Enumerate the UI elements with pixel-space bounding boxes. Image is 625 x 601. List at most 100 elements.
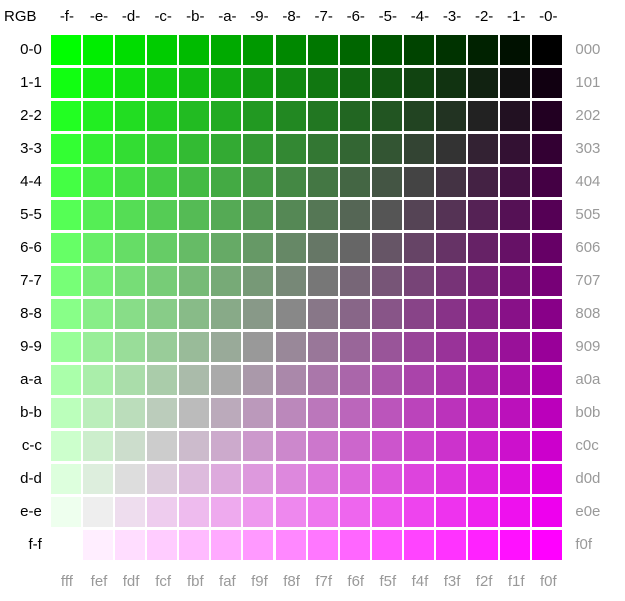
color-swatch-cell[interactable] (115, 165, 147, 198)
color-swatch-cell[interactable] (82, 165, 115, 198)
color-swatch[interactable] (532, 232, 563, 263)
color-swatch-cell[interactable] (82, 132, 115, 165)
color-swatch-cell[interactable] (50, 132, 83, 165)
color-swatch-cell[interactable] (211, 429, 243, 462)
color-swatch[interactable] (115, 133, 146, 164)
color-swatch[interactable] (275, 34, 306, 65)
color-swatch[interactable] (243, 166, 274, 197)
color-swatch-cell[interactable] (435, 165, 468, 198)
color-swatch[interactable] (532, 496, 563, 527)
color-swatch[interactable] (339, 496, 370, 527)
color-swatch-cell[interactable] (435, 198, 468, 231)
color-swatch[interactable] (403, 463, 434, 494)
color-swatch-cell[interactable] (339, 66, 372, 99)
color-swatch-cell[interactable] (532, 396, 564, 429)
color-swatch-cell[interactable] (435, 132, 468, 165)
color-swatch[interactable] (532, 67, 563, 98)
color-swatch-cell[interactable] (147, 429, 179, 462)
color-swatch[interactable] (435, 34, 466, 65)
color-swatch[interactable] (307, 100, 338, 131)
color-swatch[interactable] (468, 496, 499, 527)
color-swatch[interactable] (275, 166, 306, 197)
color-swatch-cell[interactable] (500, 462, 532, 495)
color-swatch[interactable] (532, 166, 563, 197)
color-swatch-cell[interactable] (435, 297, 468, 330)
color-swatch[interactable] (147, 496, 178, 527)
color-swatch-cell[interactable] (179, 396, 211, 429)
color-swatch[interactable] (500, 166, 531, 197)
color-swatch[interactable] (500, 331, 531, 362)
color-swatch[interactable] (371, 397, 402, 428)
color-swatch-cell[interactable] (179, 66, 211, 99)
color-swatch-cell[interactable] (371, 462, 404, 495)
color-swatch-cell[interactable] (82, 33, 115, 66)
color-swatch[interactable] (339, 463, 370, 494)
color-swatch-cell[interactable] (468, 99, 500, 132)
color-swatch[interactable] (50, 397, 81, 428)
color-swatch-cell[interactable] (179, 297, 211, 330)
color-swatch[interactable] (179, 430, 210, 461)
color-swatch[interactable] (468, 397, 499, 428)
color-swatch-cell[interactable] (179, 165, 211, 198)
color-swatch-cell[interactable] (275, 363, 308, 396)
color-swatch[interactable] (500, 430, 531, 461)
color-swatch[interactable] (435, 265, 466, 296)
color-swatch-cell[interactable] (435, 429, 468, 462)
color-swatch[interactable] (147, 232, 178, 263)
color-swatch-cell[interactable] (339, 330, 372, 363)
color-swatch[interactable] (179, 298, 210, 329)
color-swatch[interactable] (275, 529, 306, 560)
color-swatch[interactable] (371, 133, 402, 164)
color-swatch[interactable] (82, 496, 113, 527)
color-swatch[interactable] (403, 364, 434, 395)
color-swatch-cell[interactable] (307, 231, 340, 264)
color-swatch-cell[interactable] (403, 198, 436, 231)
color-swatch-cell[interactable] (468, 528, 500, 561)
color-swatch-cell[interactable] (403, 231, 436, 264)
color-swatch-cell[interactable] (50, 99, 83, 132)
color-swatch-cell[interactable] (179, 33, 211, 66)
color-swatch[interactable] (307, 430, 338, 461)
color-swatch-cell[interactable] (532, 429, 564, 462)
color-swatch[interactable] (371, 199, 402, 230)
color-swatch-cell[interactable] (403, 462, 436, 495)
color-swatch[interactable] (307, 34, 338, 65)
color-swatch-cell[interactable] (243, 99, 275, 132)
color-swatch-cell[interactable] (275, 99, 308, 132)
color-swatch-cell[interactable] (532, 528, 564, 561)
color-swatch-cell[interactable] (50, 528, 83, 561)
color-swatch-cell[interactable] (115, 132, 147, 165)
color-swatch[interactable] (435, 232, 466, 263)
color-swatch[interactable] (211, 166, 242, 197)
color-swatch-cell[interactable] (147, 396, 179, 429)
color-swatch[interactable] (50, 529, 81, 560)
color-swatch-cell[interactable] (339, 99, 372, 132)
color-swatch[interactable] (339, 232, 370, 263)
color-swatch[interactable] (532, 265, 563, 296)
color-swatch[interactable] (147, 463, 178, 494)
color-swatch-cell[interactable] (307, 429, 340, 462)
color-swatch-cell[interactable] (468, 330, 500, 363)
color-swatch-cell[interactable] (211, 264, 243, 297)
color-swatch-cell[interactable] (403, 132, 436, 165)
color-swatch-cell[interactable] (115, 66, 147, 99)
color-swatch[interactable] (115, 100, 146, 131)
color-swatch[interactable] (82, 34, 113, 65)
color-swatch-cell[interactable] (435, 495, 468, 528)
color-swatch[interactable] (243, 34, 274, 65)
color-swatch-cell[interactable] (82, 264, 115, 297)
color-swatch-cell[interactable] (147, 165, 179, 198)
color-swatch[interactable] (211, 34, 242, 65)
color-swatch-cell[interactable] (147, 462, 179, 495)
color-swatch-cell[interactable] (435, 528, 468, 561)
color-swatch-cell[interactable] (243, 132, 275, 165)
color-swatch[interactable] (403, 34, 434, 65)
color-swatch[interactable] (147, 100, 178, 131)
color-swatch[interactable] (468, 67, 499, 98)
color-swatch-cell[interactable] (243, 462, 275, 495)
color-swatch-cell[interactable] (500, 132, 532, 165)
color-swatch-cell[interactable] (147, 66, 179, 99)
color-swatch-cell[interactable] (307, 330, 340, 363)
color-swatch[interactable] (371, 529, 402, 560)
color-swatch[interactable] (82, 364, 113, 395)
